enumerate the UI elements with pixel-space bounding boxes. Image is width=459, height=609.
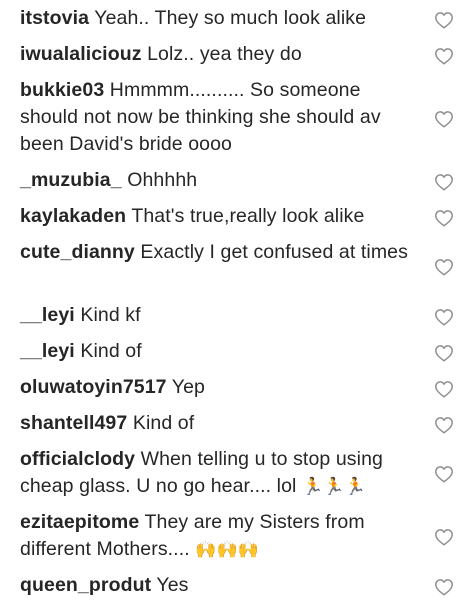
comment-item: oluwatoyin7517 Yep bbox=[20, 374, 459, 401]
comment-body: Kind of bbox=[132, 412, 195, 434]
comment-emoji: 🏃🏃🏃 bbox=[302, 477, 366, 496]
heart-icon[interactable] bbox=[434, 578, 454, 596]
comment-text: iwualaliciouz Lolz.. yea they do bbox=[20, 41, 412, 68]
comment-username[interactable]: officialclody bbox=[20, 448, 135, 470]
comment-text: __leyi Kind kf bbox=[20, 302, 412, 329]
comment-username[interactable]: __leyi bbox=[20, 340, 75, 362]
comment-username[interactable]: bukkie03 bbox=[20, 79, 104, 101]
comment-text: _muzubia_ Ohhhhh bbox=[20, 167, 412, 194]
comment-username[interactable]: itstovia bbox=[20, 7, 89, 29]
comment-body: Kind kf bbox=[80, 304, 141, 326]
comment-body: Yes bbox=[156, 574, 189, 596]
heart-icon[interactable] bbox=[434, 209, 454, 227]
comment-text: queen_produt Yes bbox=[20, 572, 412, 599]
comment-item: shantell497 Kind of bbox=[20, 410, 459, 437]
comment-item: itstovia Yeah.. They so much look alike bbox=[20, 5, 459, 32]
heart-icon[interactable] bbox=[434, 416, 454, 434]
heart-icon[interactable] bbox=[434, 380, 454, 398]
comment-text: bukkie03 Hmmmm.......... So someone shou… bbox=[20, 77, 412, 158]
comment-item: ezitaepitome They are my Sisters from di… bbox=[20, 509, 459, 563]
comment-body: Kind of bbox=[80, 340, 142, 362]
heart-icon[interactable] bbox=[434, 465, 454, 483]
heart-icon[interactable] bbox=[434, 173, 454, 191]
comment-text: officialclody When telling u to stop usi… bbox=[20, 446, 412, 500]
comment-body: Lolz.. yea they do bbox=[147, 43, 302, 65]
heart-icon[interactable] bbox=[434, 308, 454, 326]
heart-icon[interactable] bbox=[434, 258, 454, 276]
comment-body: That's true,really look alike bbox=[131, 205, 365, 227]
comment-text: cute_dianny Exactly I get confused at ti… bbox=[20, 239, 412, 266]
comment-body: Ohhhhh bbox=[127, 169, 198, 191]
comment-username[interactable]: queen_produt bbox=[20, 574, 151, 596]
comment-username[interactable]: ezitaepitome bbox=[20, 511, 139, 533]
comment-item: queen_produt Yes bbox=[20, 572, 459, 599]
comment-emoji: 🙌🙌🙌 bbox=[195, 540, 260, 559]
comment-text: ezitaepitome They are my Sisters from di… bbox=[20, 509, 412, 563]
heart-icon[interactable] bbox=[434, 11, 454, 29]
comment-text: __leyi Kind of bbox=[20, 338, 412, 365]
comment-text: shantell497 Kind of bbox=[20, 410, 412, 437]
comment-text: oluwatoyin7517 Yep bbox=[20, 374, 412, 401]
comment-item: __leyi Kind of bbox=[20, 338, 459, 365]
comment-text: kaylakaden That's true,really look alike bbox=[20, 203, 412, 230]
comment-item: cute_dianny Exactly I get confused at ti… bbox=[20, 239, 459, 276]
comment-username[interactable]: shantell497 bbox=[20, 412, 127, 434]
comment-item: __leyi Kind kf bbox=[20, 302, 459, 329]
comment-item: bukkie03 Hmmmm.......... So someone shou… bbox=[20, 77, 459, 158]
comment-item: kaylakaden That's true,really look alike bbox=[20, 203, 459, 230]
comment-username[interactable]: __leyi bbox=[20, 304, 75, 326]
comment-username[interactable]: oluwatoyin7517 bbox=[20, 376, 167, 398]
heart-icon[interactable] bbox=[434, 47, 454, 65]
comment-username[interactable]: kaylakaden bbox=[20, 205, 126, 227]
comment-username[interactable]: _muzubia_ bbox=[20, 169, 122, 191]
heart-icon[interactable] bbox=[434, 344, 454, 362]
comment-item: _muzubia_ Ohhhhh bbox=[20, 167, 459, 194]
comment-username[interactable]: cute_dianny bbox=[20, 241, 135, 263]
heart-icon[interactable] bbox=[434, 528, 454, 546]
comment-body: Yeah.. They so much look alike bbox=[94, 7, 367, 29]
comment-body: Exactly I get confused at times bbox=[140, 241, 408, 263]
comment-body: Yep bbox=[171, 376, 206, 398]
comment-text: itstovia Yeah.. They so much look alike bbox=[20, 5, 412, 32]
comment-item: officialclody When telling u to stop usi… bbox=[20, 446, 459, 500]
comment-username[interactable]: iwualaliciouz bbox=[20, 43, 142, 65]
heart-icon[interactable] bbox=[434, 110, 454, 128]
comment-item: iwualaliciouz Lolz.. yea they do bbox=[20, 41, 459, 68]
